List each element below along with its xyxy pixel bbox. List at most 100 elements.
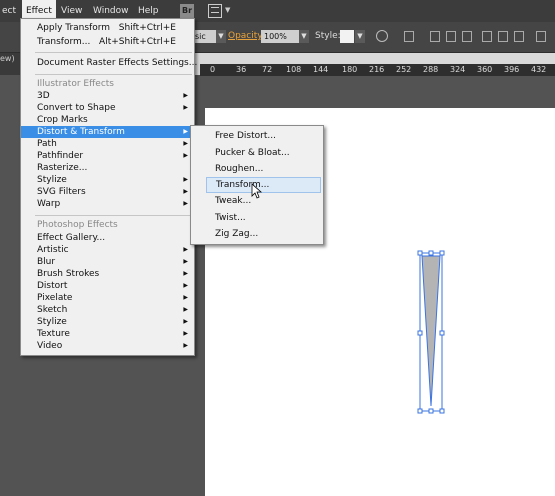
menu-item-convert-to-shape[interactable]: Convert to Shape ▶ xyxy=(21,102,194,114)
ruler-tick: 360 xyxy=(477,65,493,74)
menu-item-texture[interactable]: Texture ▶ xyxy=(21,328,194,340)
selection-handle[interactable] xyxy=(428,250,434,256)
ruler-tick: 252 xyxy=(396,65,412,74)
menu-item-rasterize[interactable]: Rasterize... xyxy=(21,162,194,174)
align-middle-icon[interactable] xyxy=(498,31,508,42)
section-header-photoshop: Photoshop Effects xyxy=(37,220,118,230)
selection-handle[interactable] xyxy=(439,408,445,414)
submenu-arrow-icon: ▶ xyxy=(183,140,188,147)
menu-item-sketch[interactable]: Sketch ▶ xyxy=(21,304,194,316)
chevron-down-icon[interactable]: ▼ xyxy=(225,6,230,14)
menu-item-stylize[interactable]: Stylize ▶ xyxy=(21,174,194,186)
submenu-item-zig-zag[interactable]: Zig Zag... xyxy=(191,226,323,242)
ruler-tick: 396 xyxy=(504,65,520,74)
submenu-arrow-icon: ▶ xyxy=(183,246,188,253)
opacity-field[interactable]: 100% xyxy=(261,30,299,43)
menu-item-label: Transform... xyxy=(37,37,91,47)
menu-item-label: Pathfinder xyxy=(37,151,84,161)
menu-item-label: Artistic xyxy=(37,245,69,255)
horizontal-ruler[interactable]: 0 36 72 108 144 180 216 252 288 324 360 … xyxy=(200,64,555,76)
menu-item-label: Convert to Shape xyxy=(37,103,116,113)
ruler-tick: 72 xyxy=(262,65,273,74)
menu-item-document-raster-settings[interactable]: Document Raster Effects Settings... xyxy=(21,57,197,69)
distribute-icon[interactable] xyxy=(536,31,546,42)
align-right-icon[interactable] xyxy=(462,31,472,42)
submenu-arrow-icon: ▶ xyxy=(183,294,188,301)
selection-handle[interactable] xyxy=(417,330,423,336)
selection-handle[interactable] xyxy=(439,330,445,336)
submenu-item-twist[interactable]: Twist... xyxy=(191,210,323,226)
menu-item-video[interactable]: Video ▶ xyxy=(21,340,194,352)
menu-item-path[interactable]: Path ▶ xyxy=(21,138,194,150)
menu-item-distort[interactable]: Distort ▶ xyxy=(21,280,194,292)
menu-item-effect-gallery[interactable]: Effect Gallery... xyxy=(21,232,194,244)
menu-item-artistic[interactable]: Artistic ▶ xyxy=(21,244,194,256)
submenu-arrow-icon: ▶ xyxy=(183,306,188,313)
align-top-icon[interactable] xyxy=(482,31,492,42)
ruler-tick: 180 xyxy=(342,65,358,74)
document-tab-label: ew) xyxy=(0,54,15,63)
menu-item-svg-filters[interactable]: SVG Filters ▶ xyxy=(21,186,194,198)
divider xyxy=(35,215,192,216)
chevron-down-icon[interactable]: ▼ xyxy=(355,30,365,43)
selected-triangle-shape[interactable] xyxy=(412,248,448,416)
submenu-arrow-icon: ▶ xyxy=(183,104,188,111)
ruler-tick: 36 xyxy=(236,65,247,74)
menu-item-blur[interactable]: Blur ▶ xyxy=(21,256,194,268)
submenu-arrow-icon: ▶ xyxy=(183,330,188,337)
effect-menu: Apply Transform Shift+Ctrl+E Transform..… xyxy=(20,18,197,356)
submenu-arrow-icon: ▶ xyxy=(183,200,188,207)
align-bottom-icon[interactable] xyxy=(514,31,524,42)
recolor-icon[interactable] xyxy=(376,30,388,42)
document-tab[interactable]: ew) xyxy=(0,53,22,75)
menu-item-pathfinder[interactable]: Pathfinder ▶ xyxy=(21,150,194,162)
submenu-item-free-distort[interactable]: Free Distort... xyxy=(191,128,323,144)
menu-item-label: Brush Strokes xyxy=(37,269,100,279)
menu-item-label: Video xyxy=(37,341,63,351)
menu-item-label: Sketch xyxy=(37,305,68,315)
chevron-down-icon[interactable]: ▼ xyxy=(216,30,226,43)
style-label: Style: xyxy=(315,31,341,41)
menu-object[interactable]: ect xyxy=(0,0,20,22)
style-swatch[interactable] xyxy=(340,30,354,43)
menu-item-brush-strokes[interactable]: Brush Strokes ▶ xyxy=(21,268,194,280)
menu-item-label: Warp xyxy=(37,199,61,209)
blend-mode-field[interactable]: sic xyxy=(192,30,216,43)
submenu-arrow-icon: ▶ xyxy=(183,188,188,195)
menu-item-stylize-ps[interactable]: Stylize ▶ xyxy=(21,316,194,328)
chevron-down-icon[interactable]: ▼ xyxy=(299,30,309,43)
menu-item-pixelate[interactable]: Pixelate ▶ xyxy=(21,292,194,304)
menu-item-transform[interactable]: Transform... Alt+Shift+Ctrl+E xyxy=(21,36,194,48)
submenu-arrow-icon: ▶ xyxy=(183,152,188,159)
workspace-icon[interactable] xyxy=(208,4,222,18)
menu-item-label: Crop Marks xyxy=(37,115,88,125)
menu-item-3d[interactable]: 3D ▶ xyxy=(21,90,194,102)
align-center-icon[interactable] xyxy=(446,31,456,42)
menu-item-apply-transform[interactable]: Apply Transform Shift+Ctrl+E xyxy=(21,22,194,34)
submenu-item-pucker-bloat[interactable]: Pucker & Bloat... xyxy=(191,145,323,161)
mouse-cursor-icon xyxy=(251,183,263,199)
selection-handle[interactable] xyxy=(417,408,423,414)
menu-item-label: 3D xyxy=(37,91,50,101)
ruler-tick: 288 xyxy=(423,65,439,74)
submenu-arrow-icon: ▶ xyxy=(183,258,188,265)
selection-handle[interactable] xyxy=(428,408,434,414)
menu-item-label: Rasterize... xyxy=(37,163,88,173)
bridge-icon[interactable]: Br xyxy=(180,4,194,18)
selection-handle[interactable] xyxy=(417,250,423,256)
selection-handle[interactable] xyxy=(439,250,445,256)
menu-item-label: Blur xyxy=(37,257,56,267)
menu-item-label: Pixelate xyxy=(37,293,73,303)
submenu-arrow-icon: ▶ xyxy=(183,176,188,183)
divider xyxy=(35,74,192,75)
menu-item-warp[interactable]: Warp ▶ xyxy=(21,198,194,210)
submenu-item-transform[interactable]: Transform... xyxy=(206,177,321,193)
divider xyxy=(35,52,192,53)
align-grid-icon[interactable] xyxy=(404,31,414,42)
opacity-label[interactable]: Opacity: xyxy=(228,31,265,41)
align-left-icon[interactable] xyxy=(430,31,440,42)
submenu-arrow-icon: ▶ xyxy=(183,342,188,349)
menu-item-distort-transform[interactable]: Distort & Transform ▶ xyxy=(21,126,194,138)
menu-item-crop-marks[interactable]: Crop Marks xyxy=(21,114,194,126)
submenu-item-roughen[interactable]: Roughen... xyxy=(191,161,323,177)
